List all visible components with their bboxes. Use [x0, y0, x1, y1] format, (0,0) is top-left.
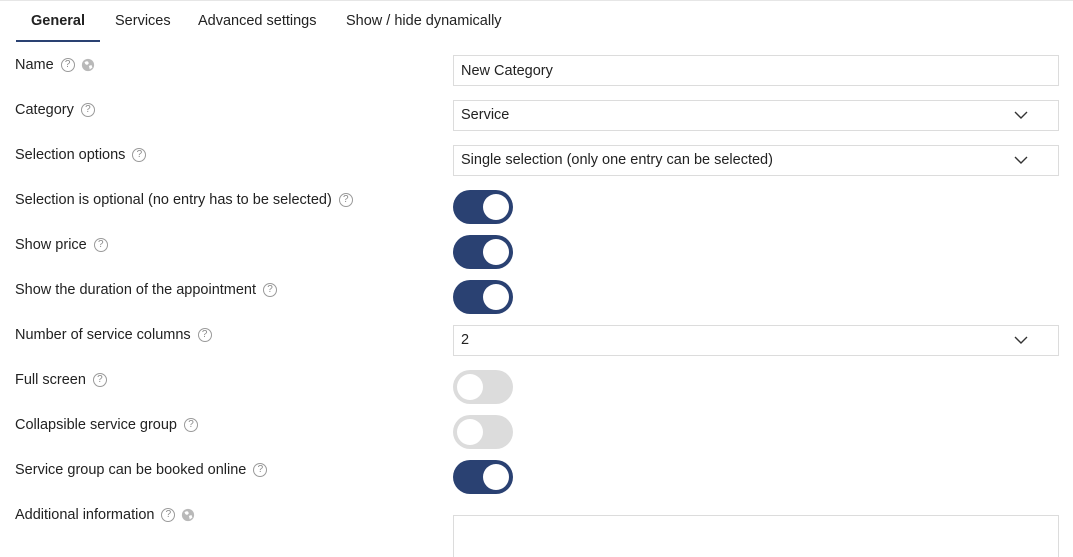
category-row: Category ? Service — [0, 100, 1073, 145]
selection-options-label: Selection options — [15, 147, 126, 163]
help-icon[interactable]: ? — [80, 103, 95, 117]
toggle-knob — [457, 374, 483, 400]
selection-optional-toggle[interactable] — [453, 190, 513, 224]
full-screen-label-group: Full screen ? — [15, 370, 107, 390]
toggle-knob — [483, 464, 509, 490]
selection-options-label-group: Selection options ? — [15, 145, 147, 165]
tab-bar: General Services Advanced settings Show … — [0, 0, 1073, 42]
help-icon[interactable]: ? — [92, 373, 107, 387]
help-icon[interactable]: ? — [197, 328, 212, 342]
full-screen-toggle[interactable] — [453, 370, 513, 404]
service-columns-select-value: 2 — [461, 332, 470, 348]
show-price-label-group: Show price ? — [15, 235, 108, 255]
show-price-toggle[interactable] — [453, 235, 513, 269]
show-price-row: Show price ? — [0, 235, 1073, 280]
full-screen-row: Full screen ? — [0, 370, 1073, 415]
selection-options-select-value: Single selection (only one entry can be … — [461, 152, 773, 168]
category-select[interactable]: Service — [453, 100, 1059, 131]
selection-optional-label: Selection is optional (no entry has to b… — [15, 192, 332, 208]
globe-icon[interactable] — [81, 58, 95, 72]
service-columns-select[interactable]: 2 — [453, 325, 1059, 356]
selection-options-row: Selection options ? Single selection (on… — [0, 145, 1073, 190]
show-duration-label-group: Show the duration of the appointment ? — [15, 280, 278, 300]
toggle-knob — [457, 419, 483, 445]
bookable-online-toggle[interactable] — [453, 460, 513, 494]
additional-info-label: Additional information — [15, 507, 155, 523]
additional-info-label-group: Additional information ? — [15, 505, 195, 525]
bookable-online-label: Service group can be booked online — [15, 462, 247, 478]
category-label: Category — [15, 102, 74, 118]
help-icon[interactable]: ? — [263, 283, 278, 297]
bookable-online-label-group: Service group can be booked online ? — [15, 460, 268, 480]
toggle-knob — [483, 239, 509, 265]
tab-advanced-settings[interactable]: Advanced settings — [198, 1, 317, 42]
name-label: Name — [15, 57, 54, 73]
tab-general[interactable]: General — [16, 1, 100, 42]
name-row: Name ? — [0, 55, 1073, 100]
name-input[interactable] — [453, 55, 1059, 86]
collapsible-group-label-group: Collapsible service group ? — [15, 415, 198, 435]
toggle-knob — [483, 194, 509, 220]
collapsible-group-toggle[interactable] — [453, 415, 513, 449]
category-label-group: Category ? — [15, 100, 95, 120]
selection-optional-label-group: Selection is optional (no entry has to b… — [15, 190, 353, 210]
additional-info-textarea[interactable] — [453, 515, 1059, 557]
additional-info-row: Additional information ? — [0, 505, 1073, 557]
collapsible-group-label: Collapsible service group — [15, 417, 177, 433]
chevron-down-icon — [1014, 336, 1028, 344]
show-duration-toggle[interactable] — [453, 280, 513, 314]
service-columns-row: Number of service columns ? 2 — [0, 325, 1073, 370]
toggle-knob — [483, 284, 509, 310]
help-icon[interactable]: ? — [253, 463, 268, 477]
help-icon[interactable]: ? — [132, 148, 147, 162]
show-duration-label: Show the duration of the appointment — [15, 282, 257, 298]
collapsible-group-row: Collapsible service group ? — [0, 415, 1073, 460]
help-icon[interactable]: ? — [93, 238, 108, 252]
help-icon[interactable]: ? — [184, 418, 198, 432]
service-columns-label: Number of service columns — [15, 327, 191, 343]
tab-services[interactable]: Services — [115, 1, 171, 42]
selection-optional-row: Selection is optional (no entry has to b… — [0, 190, 1073, 235]
chevron-down-icon — [1014, 156, 1028, 164]
tab-show-hide-dynamically[interactable]: Show / hide dynamically — [346, 1, 502, 42]
name-label-group: Name ? — [15, 55, 95, 75]
globe-icon[interactable] — [181, 508, 195, 522]
chevron-down-icon — [1014, 111, 1028, 119]
show-price-label: Show price — [15, 237, 87, 253]
category-select-value: Service — [461, 107, 510, 123]
help-icon[interactable]: ? — [338, 193, 353, 207]
bookable-online-row: Service group can be booked online ? — [0, 460, 1073, 505]
help-icon[interactable]: ? — [161, 508, 176, 522]
service-columns-label-group: Number of service columns ? — [15, 325, 212, 345]
full-screen-label: Full screen — [15, 372, 86, 388]
show-duration-row: Show the duration of the appointment ? — [0, 280, 1073, 325]
help-icon[interactable]: ? — [60, 58, 75, 72]
selection-options-select[interactable]: Single selection (only one entry can be … — [453, 145, 1059, 176]
